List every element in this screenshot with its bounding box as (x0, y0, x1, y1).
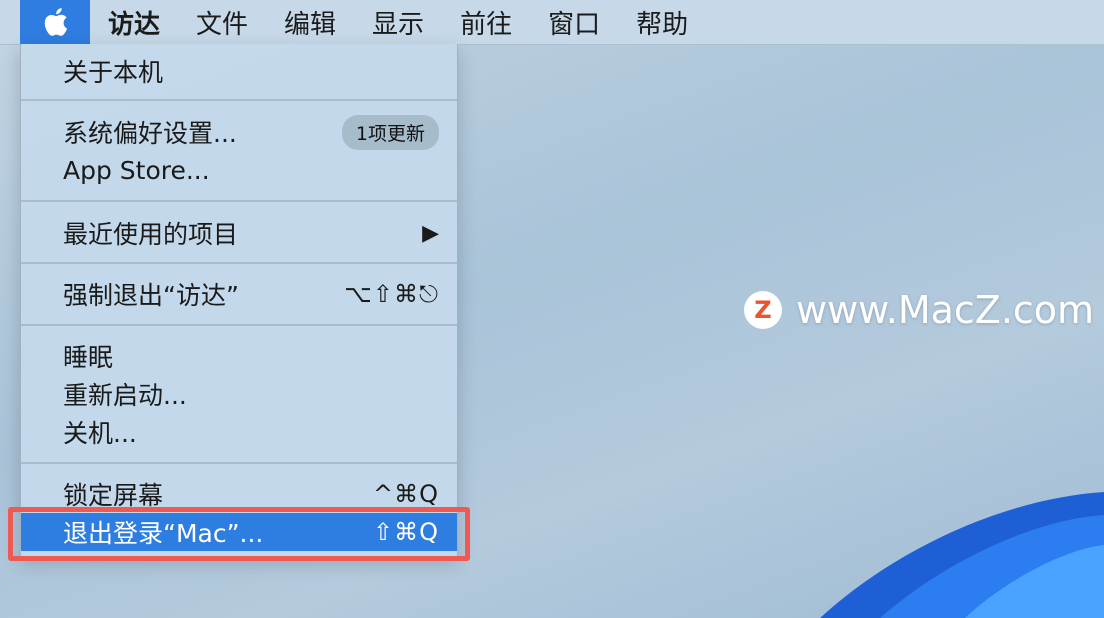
menu-bar: 访达 文件 编辑 显示 前往 窗口 帮助 (0, 0, 1104, 45)
watermark-text: www.MacZ.com (796, 288, 1095, 332)
menu-divider (21, 262, 457, 264)
menu-item-label: 强制退出“访达” (63, 281, 239, 310)
menu-divider (21, 462, 457, 464)
menubar-item-help[interactable]: 帮助 (618, 0, 706, 44)
menu-item-restart[interactable]: 重新启动... (21, 375, 457, 413)
menubar-item-file[interactable]: 文件 (178, 0, 266, 44)
apple-menu-dropdown: 关于本机 系统偏好设置... 1项更新 App Store... 最近使用的项目… (20, 44, 458, 557)
menu-item-label: 系统偏好设置... (63, 119, 237, 148)
force-quit-shortcut: ⌥⇧⌘⎋ (344, 280, 439, 308)
menu-item-label: 关机... (63, 419, 137, 448)
menu-item-app-store[interactable]: App Store... (21, 151, 457, 189)
menubar-item-finder[interactable]: 访达 (90, 0, 178, 44)
menu-divider (21, 99, 457, 101)
submenu-arrow-icon: ▶ (422, 220, 439, 246)
watermark: Z www.MacZ.com (744, 288, 1094, 332)
menu-item-force-quit[interactable]: 强制退出“访达” ⌥⇧⌘⎋ (21, 275, 457, 313)
menu-item-about-this-mac[interactable]: 关于本机 (21, 52, 457, 90)
highlight-annotation-box (8, 507, 470, 561)
menubar-item-edit[interactable]: 编辑 (266, 0, 354, 44)
menu-item-label: 关于本机 (63, 58, 164, 87)
apple-menu-button[interactable] (20, 0, 90, 44)
lock-screen-shortcut: ^⌘Q (373, 480, 439, 508)
macz-logo-letter: Z (754, 296, 772, 324)
update-badge: 1项更新 (341, 114, 439, 150)
menu-divider (21, 324, 457, 326)
menu-divider (21, 200, 457, 202)
menu-item-system-preferences[interactable]: 系统偏好设置... 1项更新 (21, 113, 457, 151)
menu-item-label: App Store... (63, 155, 210, 185)
menu-item-shutdown[interactable]: 关机... (21, 413, 457, 451)
menu-item-sleep[interactable]: 睡眠 (21, 337, 457, 375)
menu-item-label: 睡眠 (63, 343, 114, 372)
menubar-item-view[interactable]: 显示 (354, 0, 442, 44)
macz-logo-icon: Z (744, 291, 782, 329)
apple-logo-icon (44, 8, 68, 36)
menu-item-recent-items[interactable]: 最近使用的项目 ▶ (21, 214, 457, 252)
menu-item-label: 最近使用的项目 (63, 220, 239, 249)
menu-item-label: 重新启动... (63, 381, 187, 410)
menubar-item-go[interactable]: 前往 (442, 0, 530, 44)
menubar-item-window[interactable]: 窗口 (530, 0, 618, 44)
